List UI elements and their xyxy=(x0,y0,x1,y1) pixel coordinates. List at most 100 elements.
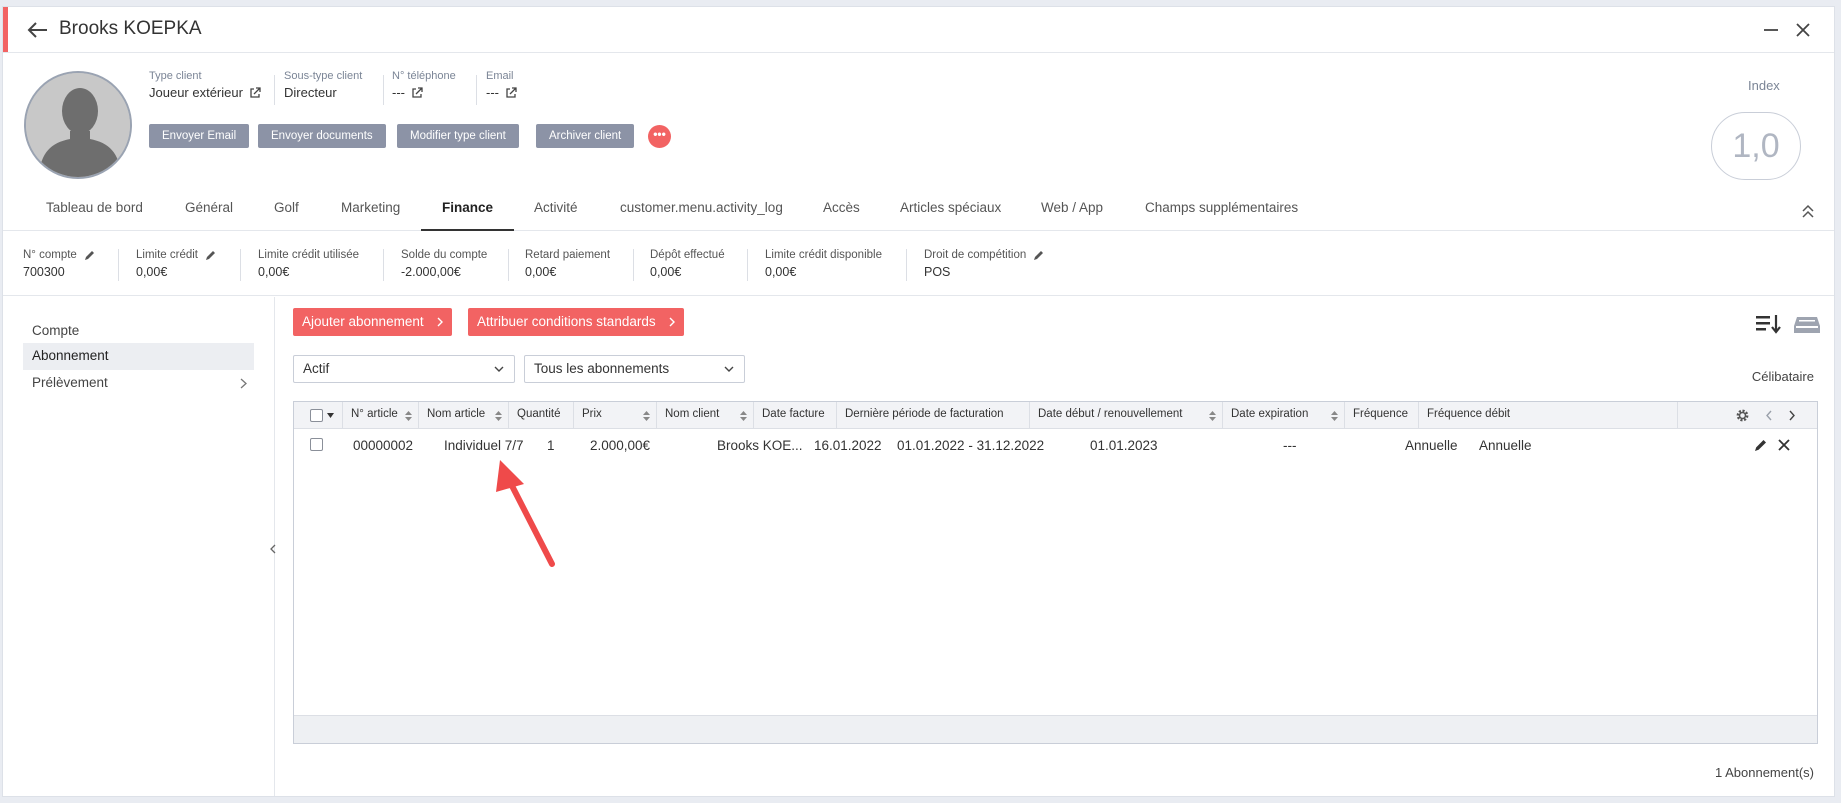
cell-start-renewal: 01.01.2023 xyxy=(1090,438,1158,453)
back-arrow-icon[interactable] xyxy=(27,20,49,40)
client-type: Type client Joueur extérieur xyxy=(149,70,261,100)
account-balance-label: Solde du compte xyxy=(401,249,488,261)
account-number: N° compte 700300 xyxy=(23,249,96,279)
external-link-icon[interactable] xyxy=(505,86,517,99)
chevron-left-icon[interactable] xyxy=(1765,410,1773,421)
status-filter-select[interactable]: Actif xyxy=(293,355,515,383)
sidebar-collapse-handle-icon[interactable] xyxy=(269,543,277,555)
column-expiration[interactable]: Date expiration xyxy=(1223,402,1345,428)
credit-available: Limite crédit disponible 0,00€ xyxy=(765,249,882,279)
client-subtype: Sous-type client Directeur xyxy=(284,70,362,100)
divider xyxy=(274,75,275,105)
chevron-right-icon xyxy=(437,317,443,327)
column-label: Fréquence xyxy=(1353,408,1408,420)
external-link-icon[interactable] xyxy=(411,86,423,99)
column-client-name[interactable]: Nom client xyxy=(657,402,754,428)
more-actions-button[interactable]: ••• xyxy=(648,125,671,148)
cell-frequency: Annuelle xyxy=(1405,438,1458,453)
credit-limit-value: 0,00€ xyxy=(136,265,168,279)
column-frequency[interactable]: Fréquence xyxy=(1345,402,1419,428)
table-header: N° article Nom article Quantité Prix Nom… xyxy=(294,402,1817,429)
inbox-tray-icon[interactable] xyxy=(1793,312,1821,336)
edit-pencil-icon[interactable] xyxy=(1033,249,1045,261)
client-phone: N° téléphone --- xyxy=(392,70,456,100)
send-email-button[interactable]: Envoyer Email xyxy=(149,124,250,148)
column-label: Quantité xyxy=(517,408,561,420)
edit-pencil-icon[interactable] xyxy=(205,249,217,261)
send-documents-button[interactable]: Envoyer documents xyxy=(258,124,386,148)
chevron-right-icon[interactable] xyxy=(1788,410,1796,421)
divider xyxy=(633,249,634,281)
select-all-cell[interactable] xyxy=(294,402,343,428)
sidebar-item-subscription[interactable]: Abonnement xyxy=(23,343,254,370)
cell-invoice-date: 16.01.2022 xyxy=(814,438,882,453)
credit-available-value: 0,00€ xyxy=(765,265,797,279)
late-payment-label: Retard paiement xyxy=(525,249,611,261)
deposit-made: Dépôt effectué 0,00€ xyxy=(650,249,725,279)
competition-right-label: Droit de compétition xyxy=(924,249,1027,261)
edit-pencil-icon[interactable] xyxy=(1754,438,1768,452)
external-link-icon[interactable] xyxy=(249,86,261,99)
sort-icon xyxy=(740,411,747,421)
status-filter-value: Actif xyxy=(303,361,330,376)
tab-extra-fields[interactable]: Champs supplémentaires xyxy=(1124,191,1319,231)
cell-price: 2.000,00€ xyxy=(589,438,650,453)
select-all-checkbox[interactable] xyxy=(310,409,323,422)
tab-activity[interactable]: Activité xyxy=(513,191,599,231)
account-balance-value: -2.000,00€ xyxy=(401,265,461,279)
column-price[interactable]: Prix xyxy=(574,402,657,428)
subscriptions-table: N° article Nom article Quantité Prix Nom… xyxy=(293,401,1818,744)
cell-article-no: 00000002 xyxy=(353,438,414,453)
gear-icon[interactable] xyxy=(1735,408,1750,423)
column-debit-frequency[interactable]: Fréquence débit xyxy=(1419,402,1678,428)
tab-finance[interactable]: Finance xyxy=(421,191,515,231)
column-label: N° article xyxy=(351,408,398,420)
sidebar-item-label: Compte xyxy=(32,323,80,338)
column-article-no[interactable]: N° article xyxy=(343,402,419,428)
divider xyxy=(240,249,241,281)
column-label: Date début / renouvellement xyxy=(1038,408,1183,420)
account-balance: Solde du compte -2.000,00€ xyxy=(401,249,487,279)
row-checkbox[interactable] xyxy=(310,438,323,451)
tab-marketing[interactable]: Marketing xyxy=(320,191,421,231)
sort-icon xyxy=(495,411,502,421)
divider xyxy=(906,249,907,281)
sort-list-icon[interactable] xyxy=(1754,312,1782,336)
credit-available-label: Limite crédit disponible xyxy=(765,249,882,261)
tab-golf[interactable]: Golf xyxy=(253,191,320,231)
add-subscription-button[interactable]: Ajouter abonnement xyxy=(293,308,452,336)
edit-pencil-icon[interactable] xyxy=(84,249,96,261)
minimize-icon[interactable] xyxy=(1760,19,1782,41)
tab-activity-log[interactable]: customer.menu.activity_log xyxy=(599,191,804,231)
tab-general[interactable]: Général xyxy=(164,191,254,231)
close-icon[interactable] xyxy=(1792,19,1814,41)
sidebar-item-account[interactable]: Compte xyxy=(23,318,254,345)
cell-client-name: Brooks KOE... xyxy=(717,438,803,453)
sort-icon xyxy=(405,411,412,421)
sidebar-item-direct-debit[interactable]: Prélèvement xyxy=(23,370,254,397)
column-start-renewal[interactable]: Date début / renouvellement xyxy=(1030,402,1223,428)
tab-dashboard[interactable]: Tableau de bord xyxy=(25,191,164,231)
column-label: Nom client xyxy=(665,408,720,420)
column-quantity[interactable]: Quantité xyxy=(509,402,574,428)
collapse-up-icon[interactable] xyxy=(1800,203,1816,219)
tab-access[interactable]: Accès xyxy=(802,191,881,231)
tab-special-articles[interactable]: Articles spéciaux xyxy=(879,191,1022,231)
subscription-type-select[interactable]: Tous les abonnements xyxy=(524,355,745,383)
avatar[interactable] xyxy=(24,71,132,179)
column-last-billing-period[interactable]: Dernière période de facturation xyxy=(837,402,1030,428)
tab-web-app[interactable]: Web / App xyxy=(1020,191,1124,231)
modify-client-type-button[interactable]: Modifier type client xyxy=(397,124,519,148)
caret-down-icon[interactable] xyxy=(327,413,334,418)
column-label: Date expiration xyxy=(1231,408,1309,420)
assign-standard-conditions-button[interactable]: Attribuer conditions standards xyxy=(468,308,684,336)
client-window: Brooks KOEPKA Type client Joueur extérie… xyxy=(2,6,1835,797)
column-article-name[interactable]: Nom article xyxy=(419,402,509,428)
delete-x-icon[interactable] xyxy=(1777,438,1791,452)
archive-client-button[interactable]: Archiver client xyxy=(536,124,635,148)
chevron-right-icon xyxy=(669,317,675,327)
divider xyxy=(118,249,119,281)
credit-limit-label: Limite crédit xyxy=(136,249,198,261)
divider xyxy=(383,249,384,281)
column-invoice-date[interactable]: Date facture xyxy=(754,402,837,428)
